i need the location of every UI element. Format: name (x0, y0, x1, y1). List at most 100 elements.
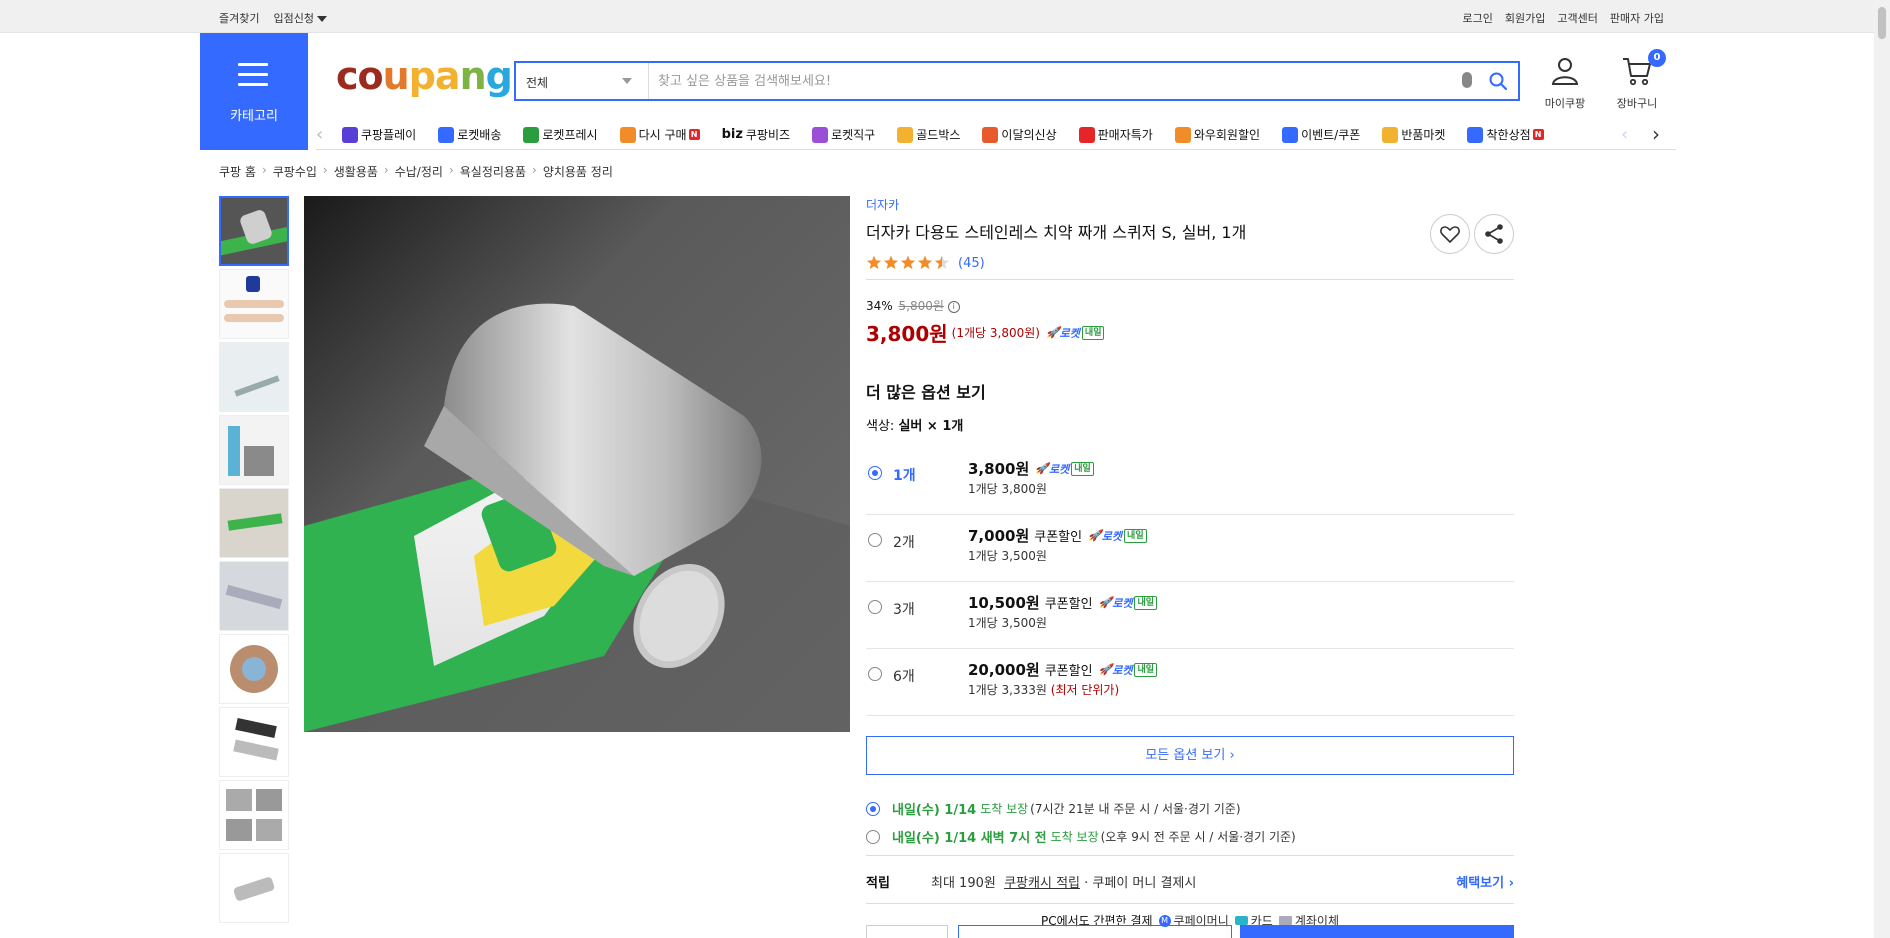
thumbnail-9[interactable] (219, 780, 289, 850)
rocket-label: 로켓 (1112, 596, 1133, 610)
rocket-icon (438, 126, 455, 143)
nav-item-7[interactable]: 이달의신상 (982, 126, 1057, 143)
delivery-radio[interactable] (866, 829, 880, 844)
earn-cash-link[interactable]: 쿠팡캐시 적립 (1004, 876, 1080, 891)
nav-item-5[interactable]: 로켓직구 (812, 126, 875, 143)
nav-item-3[interactable]: 다시 구매 N (619, 126, 700, 143)
add-to-cart-button[interactable] (958, 925, 1232, 938)
return-market-icon (1382, 126, 1399, 143)
nav-item-11[interactable]: 반품마켓 (1382, 126, 1445, 143)
breadcrumb-link[interactable]: 쿠팡 홈 (219, 163, 256, 180)
breadcrumb-link[interactable]: 수납/정리 (395, 163, 443, 180)
nav-item-0[interactable]: 쿠팡플레이 (342, 126, 416, 143)
page-scrollbar[interactable] (1874, 0, 1890, 938)
cart-label: 장바구니 (1616, 97, 1658, 110)
brand-link[interactable]: 더자카 (866, 196, 1514, 213)
scrollbar-thumb[interactable] (1877, 6, 1887, 40)
seller-signup-link[interactable]: 판매자 가입 (1610, 10, 1664, 26)
nav-item-10[interactable]: 이벤트/쿠폰 (1282, 126, 1360, 143)
coupang-logo[interactable]: coupang (336, 54, 513, 98)
quantity-option-1[interactable]: 2개 7,000원 쿠폰할인 🚀 로켓 내일 1개당 3,500원 (866, 515, 1514, 582)
microphone-icon[interactable] (1462, 72, 1472, 88)
thumbnail-5[interactable] (219, 488, 289, 558)
thumbnail-4[interactable] (219, 415, 289, 485)
original-price: 5,800원 (898, 299, 944, 313)
nav-item-2[interactable]: 로켓프레시 (523, 126, 598, 143)
nav-item-4[interactable]: biz 쿠팡비즈 (722, 126, 791, 143)
nav-item-6[interactable]: 골드박스 (897, 126, 960, 143)
earn-amount: 최대 190원 (931, 876, 996, 891)
nav-item-label: 반품마켓 (1401, 128, 1446, 142)
nav-item-label: 착한상점 (1486, 128, 1531, 142)
signup-link[interactable]: 회원가입 (1505, 10, 1545, 26)
bookmark-link[interactable]: 즐겨찾기 (219, 10, 259, 26)
top-utility-bar: 즐겨찾기 입점신청 로그인 회원가입 고객센터 판매자 가입 (0, 0, 1874, 33)
review-count[interactable]: (45) (958, 256, 985, 271)
wow-icon (1174, 126, 1191, 143)
nav-item-1[interactable]: 로켓배송 (438, 126, 501, 143)
breadcrumb-link[interactable]: 양치용품 정리 (543, 163, 613, 180)
buy-row (866, 925, 1514, 938)
nav-next-arrow-icon[interactable]: › (1652, 122, 1660, 146)
delivery-radio[interactable] (866, 801, 880, 816)
thumbnail-8[interactable] (219, 707, 289, 777)
nav-prev-arrow-icon-2[interactable]: ‹ (1621, 124, 1628, 145)
breadcrumb-link[interactable]: 생활용품 (334, 163, 378, 180)
star-icon (883, 255, 899, 270)
delivery-options: 내일(수) 1/14 도착 보장 (7시간 21분 내 주문 시 / 서울·경기 기… (866, 799, 1514, 846)
option-radio[interactable] (868, 533, 882, 547)
quantity-option-3[interactable]: 6개 20,000원 쿠폰할인 🚀 로켓 내일 1개당 3,333원 (최저 단위가) (866, 649, 1514, 716)
thumbnail-6[interactable] (219, 561, 289, 631)
thumbnail-1[interactable] (219, 196, 289, 266)
search-icon[interactable] (1488, 71, 1508, 91)
all-options-label: 모든 옵션 보기 (1145, 748, 1226, 763)
breadcrumb-link[interactable]: 욕실정리용품 (460, 163, 526, 180)
option-radio[interactable] (868, 600, 882, 614)
thumbnail-7[interactable] (219, 634, 289, 704)
delivery-option-1[interactable]: 내일(수) 1/14 새벽 7시 전 도착 보장 (오후 9시 전 주문 시 / 서… (866, 827, 1514, 846)
seller-apply-menu[interactable]: 입점신청 (273, 10, 327, 26)
mycoupang-label: 마이쿠팡 (1544, 97, 1586, 110)
nav-item-label: 쿠팡비즈 (745, 128, 791, 142)
thumbnail-3[interactable] (219, 342, 289, 412)
mycoupang-button[interactable]: 마이쿠팡 (1535, 56, 1595, 111)
rocket-badge: 🚀 로켓 내일 (1046, 325, 1105, 341)
main-product-image[interactable] (304, 196, 850, 732)
buy-now-button[interactable] (1240, 925, 1514, 938)
cart-button[interactable]: 0 장바구니 (1604, 49, 1670, 111)
quantity-input[interactable] (866, 925, 948, 938)
share-button[interactable] (1474, 214, 1514, 254)
thumbnail-list (219, 196, 289, 926)
rocket-fresh-icon (523, 126, 540, 143)
category-menu-button[interactable]: 카테고리 (200, 33, 308, 150)
nav-items: 쿠팡플레이 로켓배송 로켓프레시 다시 구매 N biz 쿠팡비즈 로켓직구 골드박스 이달의신상… (342, 126, 1566, 143)
quantity-option-0[interactable]: 1개 3,800원 🚀 로켓 내일 1개당 3,800원 (866, 448, 1514, 515)
quantity-option-2[interactable]: 3개 10,500원 쿠폰할인 🚀 로켓 내일 1개당 3,500원 (866, 582, 1514, 649)
option-qty: 1개 (893, 468, 916, 484)
search-input[interactable] (658, 69, 1438, 93)
rating-row[interactable]: (45) (866, 255, 1514, 271)
breadcrumb-link[interactable]: 쿠팡수입 (273, 163, 317, 180)
play-icon (342, 126, 358, 143)
search-category-select[interactable]: 전체 (516, 63, 649, 99)
heart-icon (1440, 226, 1460, 244)
cart-count-badge: 0 (1648, 49, 1666, 67)
option-radio[interactable] (868, 667, 882, 681)
thumbnail-2[interactable] (219, 269, 289, 339)
delivery-option-0[interactable]: 내일(수) 1/14 도착 보장 (7시간 21분 내 주문 시 / 서울·경기 기… (866, 799, 1514, 818)
benefit-link[interactable]: 혜택보기 › (1456, 872, 1514, 891)
all-options-button[interactable]: 모든 옵션 보기 › (866, 736, 1514, 775)
nav-prev-arrow-icon[interactable]: ‹ (316, 124, 323, 145)
nav-item-12[interactable]: 착한상점 N (1467, 126, 1544, 143)
info-icon[interactable]: i (947, 300, 960, 313)
wishlist-button[interactable] (1430, 214, 1470, 254)
nav-item-8[interactable]: 판매자특가 (1078, 126, 1153, 143)
thumbnail-10[interactable] (219, 853, 289, 923)
nav-item-9[interactable]: 와우회원할인 (1174, 126, 1260, 143)
option-radio[interactable] (868, 466, 882, 480)
new-bag-icon (982, 126, 999, 143)
customer-center-link[interactable]: 고객센터 (1557, 10, 1597, 26)
rocket-label: 로켓 (1059, 326, 1080, 340)
option-price: 3,800원 (968, 460, 1030, 478)
login-link[interactable]: 로그인 (1463, 10, 1493, 26)
